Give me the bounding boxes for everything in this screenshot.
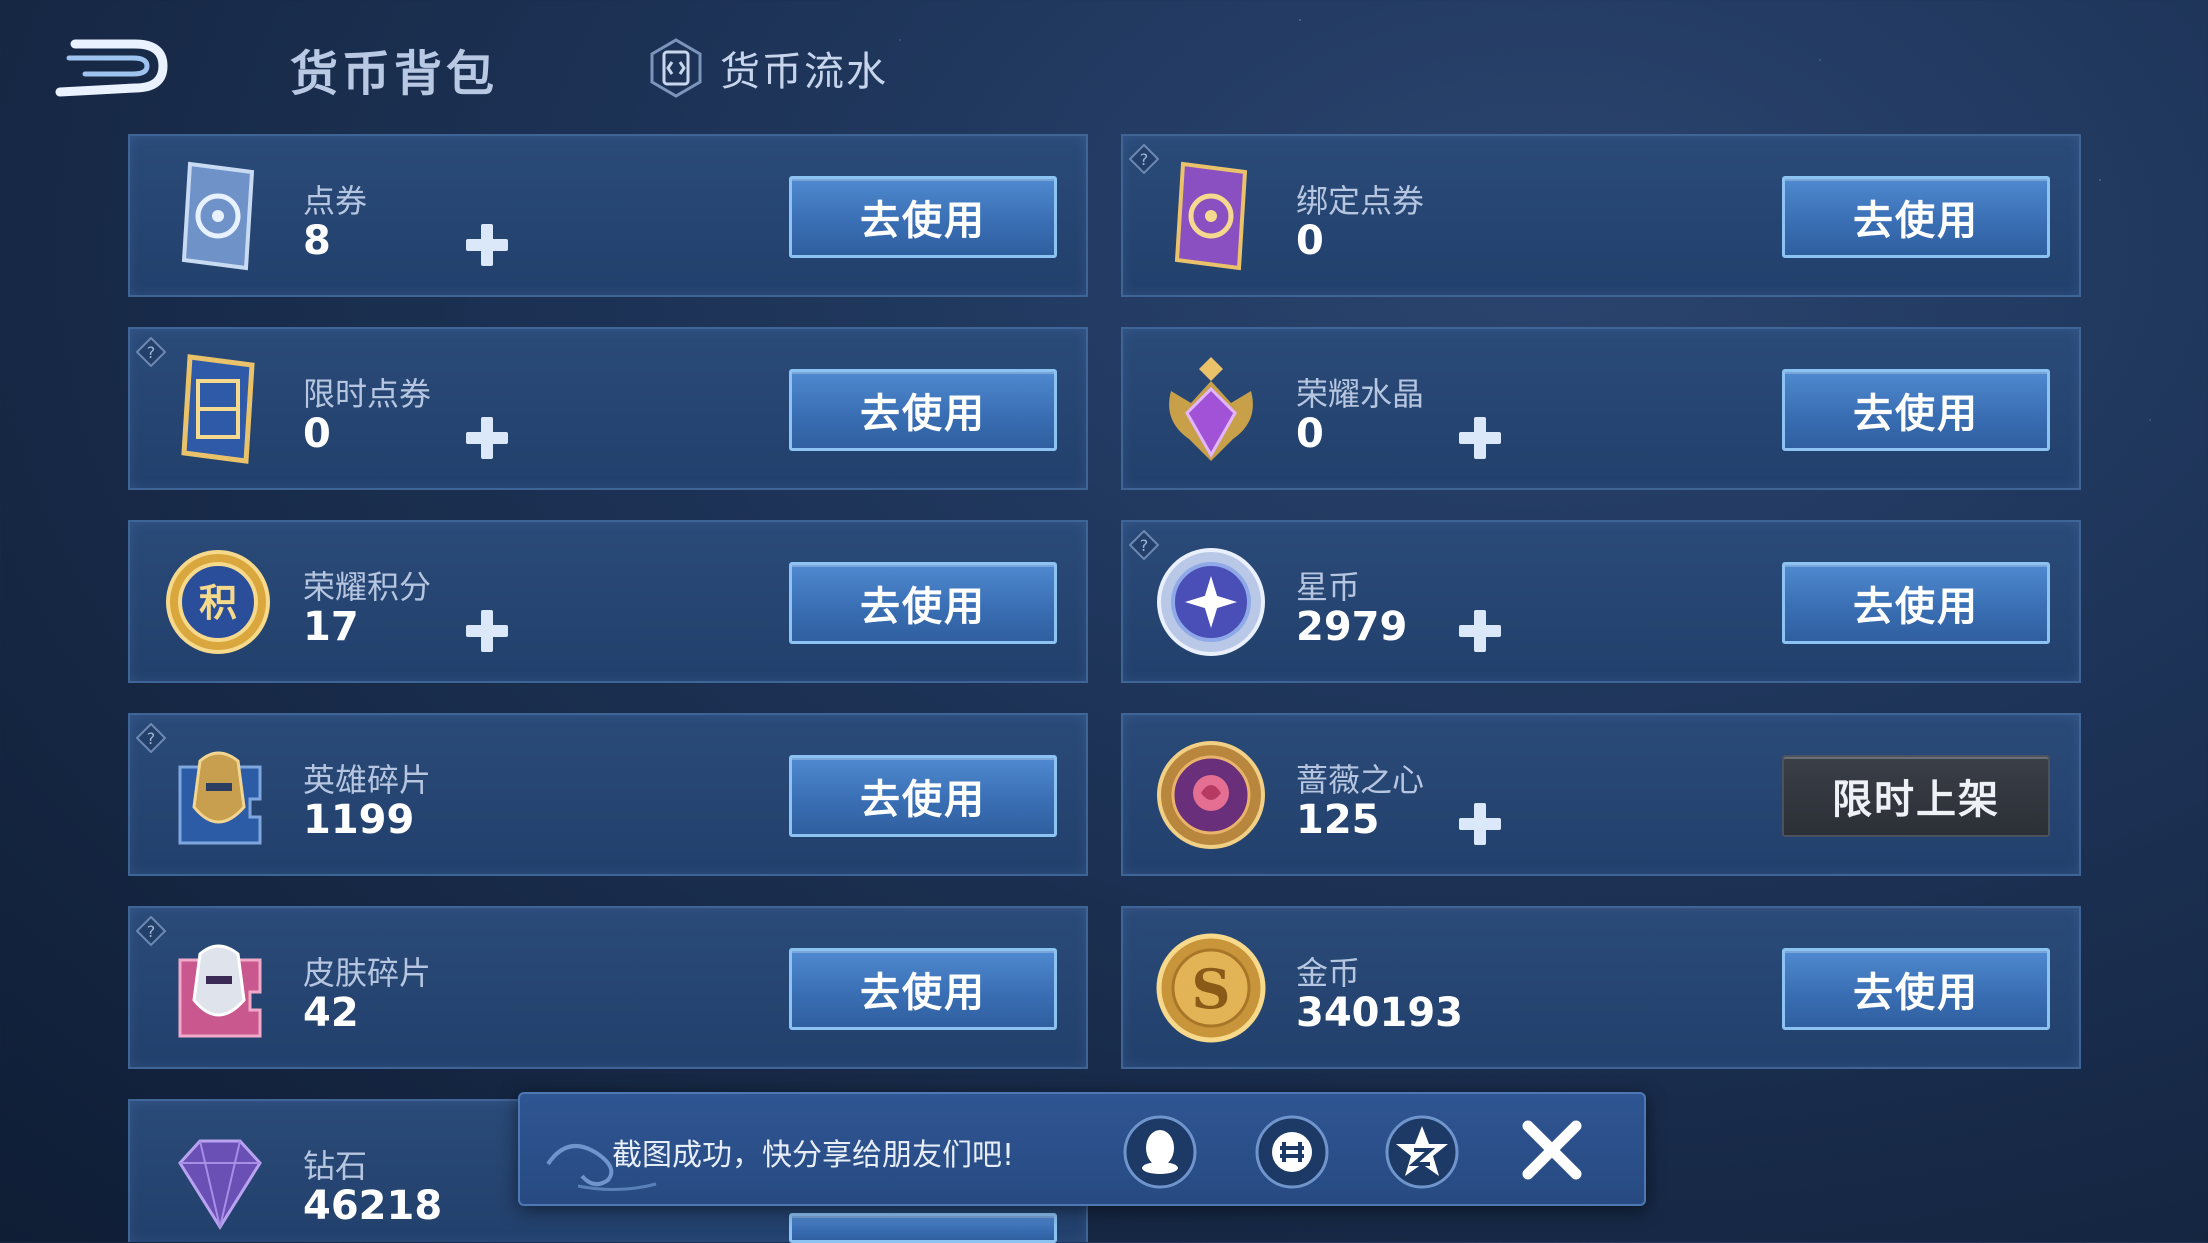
svg-text:积: 积 — [199, 581, 237, 625]
currency-name: 限时点券 — [303, 375, 432, 413]
back-arrow-icon — [55, 39, 168, 97]
plus-icon[interactable] — [456, 600, 518, 662]
star-coin-icon — [1157, 548, 1265, 656]
svg-text:S: S — [1192, 957, 1231, 1021]
currency-name: 皮肤碎片 — [303, 954, 432, 992]
svg-text:?: ? — [147, 729, 156, 748]
currency-name: 蔷薇之心 — [1296, 761, 1425, 799]
limited-coupon-icon — [181, 354, 255, 464]
currency-card-limited-coupon: ? 限时点券 0 去使用 — [128, 327, 1088, 490]
currency-card-glory-crystal: 荣耀水晶 0 去使用 — [1121, 327, 2081, 490]
plus-icon[interactable] — [1449, 407, 1511, 469]
currency-name: 点券 — [303, 182, 368, 220]
currency-card-coupon: 点券 8 去使用 — [128, 134, 1088, 297]
glory-crystal-icon — [1169, 357, 1253, 461]
currency-card-skin-fragment: ? 皮肤碎片 42 去使用 — [128, 906, 1088, 1069]
close-icon[interactable] — [1518, 1116, 1586, 1184]
currency-flow-link[interactable]: 货币流水 — [650, 38, 888, 98]
qzone-icon[interactable] — [1384, 1114, 1460, 1190]
svg-text:?: ? — [147, 343, 156, 362]
use-button[interactable] — [789, 1213, 1057, 1243]
currency-name: 绑定点券 — [1296, 182, 1425, 220]
toast-message: 截图成功，快分享给朋友们吧! — [612, 1138, 1015, 1173]
plus-icon[interactable] — [456, 214, 518, 276]
svg-text:?: ? — [1140, 150, 1149, 169]
currency-amount: 0 — [303, 411, 331, 457]
gold-coin-icon: S — [1156, 933, 1266, 1043]
currency-card-bound-coupon: ? 绑定点券 0 去使用 — [1121, 134, 2081, 297]
limited-time-button[interactable]: 限时上架 — [1782, 755, 2050, 837]
glory-points-icon: 积 — [166, 550, 270, 654]
bound-coupon-icon — [1174, 161, 1248, 271]
coupon-ticket-icon — [181, 161, 255, 271]
back-button[interactable] — [55, 36, 170, 98]
rose-heart-icon — [1157, 741, 1265, 849]
use-button[interactable]: 去使用 — [789, 948, 1057, 1030]
use-button[interactable]: 去使用 — [789, 176, 1057, 258]
plus-icon[interactable] — [1449, 793, 1511, 855]
currency-card-hero-fragment: ? 英雄碎片 1199 去使用 — [128, 713, 1088, 876]
plus-icon[interactable] — [456, 407, 518, 469]
currency-card-gold-coin: S 金币 340193 去使用 — [1121, 906, 2081, 1069]
currency-amount: 8 — [303, 218, 331, 264]
currency-card-star-coin: ? 星币 2979 去使用 — [1121, 520, 2081, 683]
screenshot-share-toast: 截图成功，快分享给朋友们吧! — [518, 1092, 1646, 1206]
currency-name: 英雄碎片 — [303, 761, 432, 799]
currency-amount: 0 — [1296, 218, 1324, 264]
currency-amount: 46218 — [303, 1183, 443, 1229]
ledger-icon — [650, 38, 702, 98]
currency-amount: 1199 — [303, 797, 415, 843]
wechat-moments-icon[interactable] — [1254, 1114, 1330, 1190]
currency-amount: 125 — [1296, 797, 1380, 843]
currency-name: 荣耀水晶 — [1296, 375, 1425, 413]
skin-fragment-icon — [178, 944, 262, 1038]
currency-amount: 0 — [1296, 411, 1324, 457]
currency-name: 星币 — [1296, 568, 1361, 606]
use-button[interactable]: 去使用 — [789, 755, 1057, 837]
use-button[interactable]: 去使用 — [789, 562, 1057, 644]
currency-name: 荣耀积分 — [303, 568, 432, 606]
currency-name: 金币 — [1296, 954, 1361, 992]
currency-amount: 42 — [303, 990, 359, 1036]
hero-fragment-icon — [178, 751, 262, 845]
use-button[interactable]: 去使用 — [1782, 562, 2050, 644]
currency-card-glory-points: 积 荣耀积分 17 去使用 — [128, 520, 1088, 683]
currency-amount: 17 — [303, 604, 359, 650]
svg-text:?: ? — [147, 922, 156, 941]
svg-text:?: ? — [1140, 536, 1149, 555]
use-button[interactable]: 去使用 — [1782, 948, 2050, 1030]
currency-amount: 340193 — [1296, 990, 1463, 1036]
currency-name: 钻石 — [303, 1147, 368, 1185]
qq-icon[interactable] — [1122, 1114, 1198, 1190]
currency-flow-label: 货币流水 — [720, 49, 888, 95]
currency-card-rose-heart: 蔷薇之心 125 限时上架 — [1121, 713, 2081, 876]
currency-amount: 2979 — [1296, 604, 1408, 650]
use-button[interactable]: 去使用 — [1782, 369, 2050, 451]
plus-icon[interactable] — [1449, 600, 1511, 662]
diamond-icon — [178, 1139, 262, 1230]
use-button[interactable]: 去使用 — [1782, 176, 2050, 258]
use-button[interactable]: 去使用 — [789, 369, 1057, 451]
page-title: 货币背包 — [290, 46, 499, 102]
